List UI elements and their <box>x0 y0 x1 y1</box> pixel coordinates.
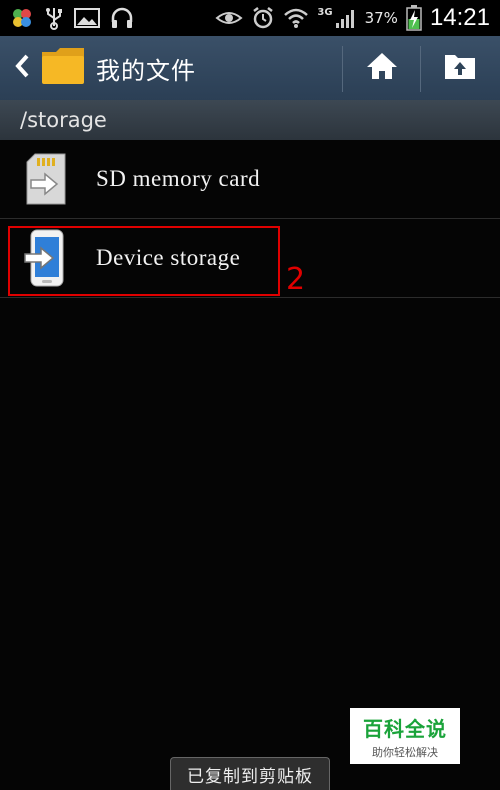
signal-icon <box>335 7 357 29</box>
home-button[interactable] <box>344 36 420 100</box>
usb-icon <box>44 6 64 30</box>
battery-percent: 37% <box>364 9 398 27</box>
toast-message: 已复制到剪贴板 <box>187 766 313 787</box>
back-button[interactable] <box>4 36 40 100</box>
folder-up-icon <box>443 51 477 85</box>
annotation-step-number: 2 <box>286 262 306 297</box>
list-item-sd-card[interactable]: SD memory card <box>0 140 500 219</box>
sd-card-icon <box>20 151 72 207</box>
toast-notification: 已复制到剪贴板 <box>170 757 330 790</box>
eye-icon <box>215 8 243 28</box>
watermark-brand: 百科全说 <box>363 716 447 741</box>
wifi-icon <box>283 7 309 29</box>
page-title: 我的文件 <box>96 56 196 85</box>
watermark-logo: 百科全说 助你轻松解决 <box>350 708 460 764</box>
divider <box>420 46 421 92</box>
divider <box>342 46 343 92</box>
watermark-tagline: 助你轻松解决 <box>372 745 438 759</box>
home-icon <box>365 51 399 85</box>
image-icon <box>74 7 100 29</box>
clock: 14:21 <box>429 4 490 31</box>
clover-app-icon <box>10 6 34 30</box>
action-bar: 我的文件 <box>0 36 500 101</box>
network-type: 3G <box>317 6 333 18</box>
folder-up-button[interactable] <box>422 36 498 100</box>
battery-charging-icon <box>406 5 422 31</box>
status-bar: 3G 37% 14:21 <box>0 0 500 36</box>
alarm-icon <box>251 6 275 30</box>
current-path: /storage <box>20 108 107 132</box>
headphones-icon <box>110 6 134 30</box>
item-label: SD memory card <box>96 166 261 191</box>
folder-icon <box>40 46 86 90</box>
breadcrumb: /storage <box>0 100 500 140</box>
title-area[interactable]: 我的文件 <box>40 46 196 90</box>
chevron-left-icon <box>14 53 30 83</box>
annotation-highlight-box <box>8 226 280 296</box>
